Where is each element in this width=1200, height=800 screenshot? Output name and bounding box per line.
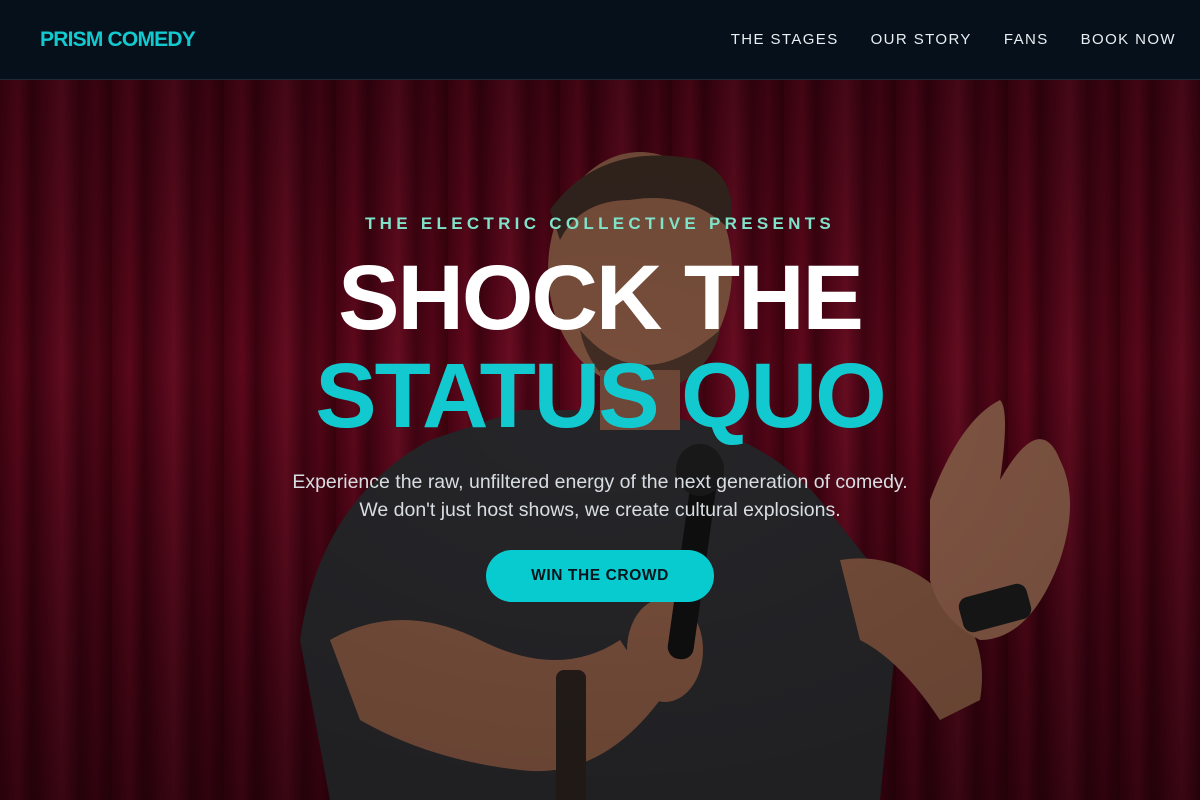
brand-logo[interactable]: PRISM COMEDY xyxy=(40,28,196,52)
hero-eyebrow: THE ELECTRIC COLLECTIVE PRESENTS xyxy=(364,214,836,233)
hero-content: THE ELECTRIC COLLECTIVE PRESENTS SHOCK T… xyxy=(0,80,1200,800)
hero-subtext: Experience the raw, unfiltered energy of… xyxy=(292,471,908,521)
hero-headline-line-1: SHOCK THE xyxy=(338,247,864,349)
nav-link-our-story[interactable]: OUR STORY xyxy=(871,31,972,48)
hero-headline-line-2: STATUS QUO xyxy=(315,345,886,447)
top-navbar: PRISM COMEDY THE STAGES OUR STORY FANS B… xyxy=(0,0,1200,80)
nav-link-fans[interactable]: FANS xyxy=(1004,31,1049,48)
nav-links: THE STAGES OUR STORY FANS BOOK NOW xyxy=(699,31,1176,48)
nav-link-the-stages[interactable]: THE STAGES xyxy=(731,31,839,48)
win-the-crowd-button[interactable]: WIN THE CROWD xyxy=(486,550,714,602)
nav-link-book-now[interactable]: BOOK NOW xyxy=(1081,31,1176,48)
